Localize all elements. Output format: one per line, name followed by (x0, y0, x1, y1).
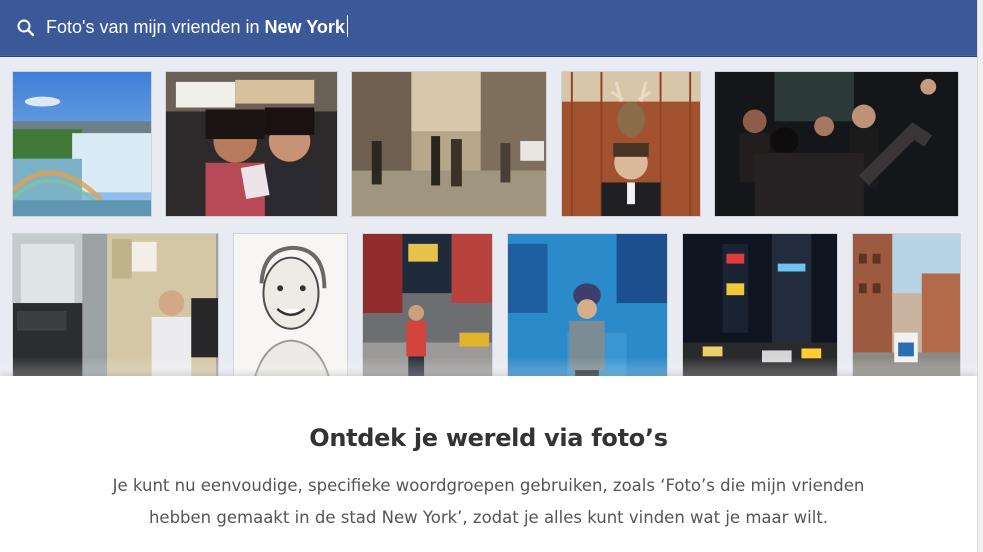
promo-panel: Ontdek je wereld via foto’s Je kunt nu e… (0, 376, 977, 552)
scrollbar[interactable] (977, 0, 983, 552)
text-caret (346, 15, 348, 37)
promo-description: Je kunt nu eenvoudige, specifieke woordg… (112, 476, 865, 527)
search-query-location: New York (264, 17, 345, 37)
search-icon (16, 18, 36, 38)
grid-fade (0, 357, 977, 377)
search-query-text: Foto's van mijn vrienden in (46, 17, 265, 37)
photo-city-street-pedestrians[interactable] (351, 71, 547, 217)
photo-man-with-deer-trophy[interactable] (561, 71, 701, 217)
photo-grid (0, 57, 977, 383)
photo-two-women-tourist-signs[interactable] (165, 71, 338, 217)
search-bar[interactable]: Foto's van mijn vrienden in New York (0, 0, 977, 57)
promo-title: Ontdek je wereld via foto’s (309, 424, 668, 452)
photo-people-dancing-party[interactable] (714, 71, 959, 217)
photo-niagara-falls-rainbow[interactable] (12, 71, 152, 217)
search-input[interactable]: Foto's van mijn vrienden in New York (46, 15, 348, 39)
